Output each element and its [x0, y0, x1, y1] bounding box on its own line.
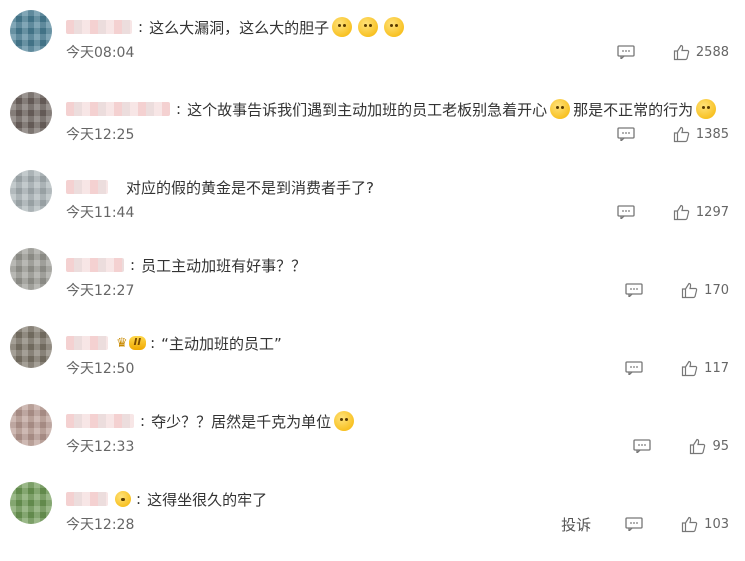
comment-text: 这么大漏洞，这么大的胆子: [149, 18, 330, 37]
like-count: 2588: [695, 44, 729, 60]
report-button[interactable]: 投诉: [561, 514, 591, 535]
sweat-face-icon: [358, 17, 379, 37]
like-button[interactable]: 1297: [673, 204, 729, 221]
comment-time: 今天12:33: [66, 439, 135, 455]
avatar[interactable]: [10, 170, 52, 212]
comment-item: : 这么大漏洞，这么大的胆子 今天08:04 2588: [0, 10, 745, 70]
comment-actions: 117: [625, 358, 729, 378]
like-button[interactable]: 117: [681, 360, 729, 377]
like-count: 95: [712, 438, 729, 454]
comment-line: : 员工主动加班有好事？？: [66, 254, 306, 276]
shocked-face-icon: [334, 411, 355, 431]
thumbs-up-icon: [682, 516, 698, 532]
comment-text-continued: 那是不正常的行为: [573, 100, 694, 119]
username-blurred[interactable]: [66, 336, 108, 350]
avatar[interactable]: [10, 248, 52, 290]
like-button[interactable]: 170: [681, 282, 729, 299]
thumbs-up-icon: [673, 204, 690, 220]
avatar[interactable]: [10, 326, 52, 368]
like-count: 1297: [695, 204, 729, 220]
comment-reply-icon[interactable]: [633, 439, 652, 453]
laughing-face-icon: [696, 99, 717, 119]
comment-line: 对应的假的黄金是不是到消费者手了?: [66, 176, 374, 198]
comment-time: 今天12:25: [66, 127, 135, 143]
comment-line: ♛ II : “主动加班的员工”: [66, 332, 282, 354]
colon-separator: :: [140, 412, 146, 430]
comment-reply-icon[interactable]: [625, 283, 643, 297]
comment-text: 夺少？？居然是千克为单位: [151, 412, 332, 431]
comment-time: 今天12:50: [66, 361, 135, 377]
crown-icon: ♛: [116, 335, 128, 351]
comment-time: 今天11:44: [66, 205, 135, 221]
comment-line: : 这么大漏洞，这么大的胆子: [66, 16, 407, 38]
comment-time: 今天12:28: [66, 517, 135, 533]
crown-face-icon: [115, 491, 131, 507]
like-button[interactable]: 103: [681, 516, 729, 533]
comment-item: ♛ II : “主动加班的员工” 今天12:50 117: [0, 326, 745, 386]
comment-line: : 这得坐很久的牢了: [66, 488, 267, 510]
comment-time: 今天12:27: [66, 283, 135, 299]
comment-time: 今天08:04: [66, 45, 135, 61]
comment-actions: 1385: [617, 124, 729, 144]
comment-text: 员工主动加班有好事？？: [141, 256, 307, 275]
colon-separator: :: [150, 334, 156, 352]
like-button[interactable]: 1385: [673, 126, 729, 143]
comment-item: : 这得坐很久的牢了 今天12:28 投诉 103: [0, 482, 745, 542]
username-blurred[interactable]: [66, 258, 124, 272]
colon-separator: :: [138, 18, 144, 36]
avatar[interactable]: [10, 10, 52, 52]
comment-line: : 这个故事告诉我们遇到主动加班的员工老板别急着开心 那是不正常的行为: [66, 98, 719, 120]
comment-reply-icon[interactable]: [617, 45, 635, 59]
colon-separator: :: [130, 256, 136, 274]
sweat-face-icon: [332, 17, 353, 37]
comment-item: 对应的假的黄金是不是到消费者手了? 今天11:44 1297: [0, 170, 745, 230]
comment-text: “主动加班的员工”: [161, 334, 282, 353]
comment-actions: 1297: [617, 202, 729, 222]
like-count: 170: [704, 282, 729, 298]
comment-item: : 这个故事告诉我们遇到主动加班的员工老板别急着开心 那是不正常的行为 今天12…: [0, 92, 745, 152]
sweat-face-icon: [384, 17, 405, 37]
comment-reply-icon[interactable]: [625, 361, 643, 375]
thumbs-up-icon: [682, 282, 698, 298]
comment-reply-icon[interactable]: [617, 205, 635, 219]
username-blurred[interactable]: [66, 20, 132, 34]
comment-actions: 95: [633, 436, 729, 456]
avatar[interactable]: [10, 482, 52, 524]
like-count: 117: [704, 360, 729, 376]
like-button[interactable]: 95: [689, 438, 729, 455]
avatar[interactable]: [10, 404, 52, 446]
like-count: 103: [704, 516, 729, 532]
comment-text: 这个故事告诉我们遇到主动加班的员工老板别急着开心: [187, 100, 548, 119]
like-count: 1385: [695, 126, 729, 142]
comment-text: 对应的假的黄金是不是到消费者手了?: [126, 178, 374, 197]
username-blurred[interactable]: [66, 102, 170, 116]
comment-line: : 夺少？？居然是千克为单位: [66, 410, 357, 432]
thumbs-up-icon: [673, 126, 690, 142]
vip-badge: ♛ II: [116, 335, 147, 351]
comment-actions: 投诉 103: [561, 514, 729, 534]
thumbs-up-icon: [682, 360, 698, 376]
vip-level: II: [128, 336, 147, 350]
thumbs-up-icon: [690, 438, 706, 454]
like-button[interactable]: 2588: [673, 44, 729, 61]
comment-actions: 170: [625, 280, 729, 300]
shush-face-icon: [550, 99, 571, 119]
avatar[interactable]: [10, 92, 52, 134]
username-blurred[interactable]: [66, 414, 134, 428]
username-blurred[interactable]: [66, 180, 108, 194]
comment-reply-icon[interactable]: [625, 517, 643, 531]
username-blurred[interactable]: [66, 492, 108, 506]
comment-item: : 夺少？？居然是千克为单位 今天12:33 95: [0, 404, 745, 464]
comment-text: 这得坐很久的牢了: [147, 490, 268, 509]
comment-item: : 员工主动加班有好事？？ 今天12:27 170: [0, 248, 745, 308]
comment-actions: 2588: [617, 42, 729, 62]
comment-reply-icon[interactable]: [617, 127, 635, 141]
colon-separator: :: [136, 490, 142, 508]
colon-separator: :: [176, 100, 182, 118]
thumbs-up-icon: [673, 44, 690, 60]
